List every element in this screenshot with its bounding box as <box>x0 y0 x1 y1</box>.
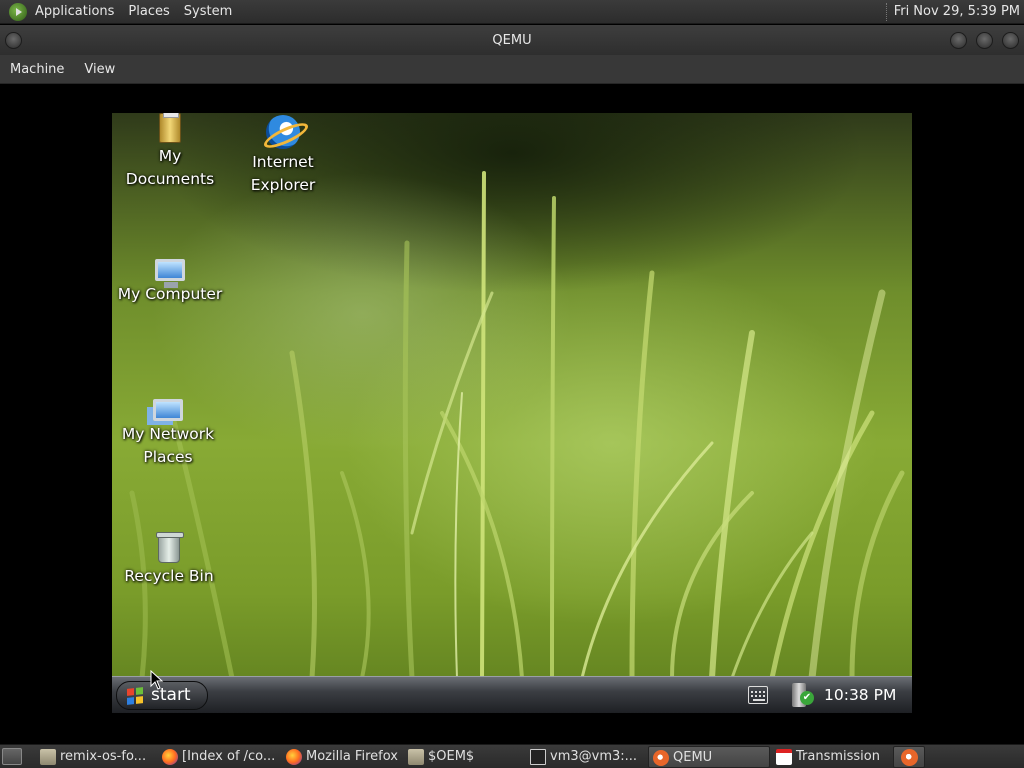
grass-wallpaper <box>129 171 905 678</box>
security-center-icon[interactable] <box>792 683 814 707</box>
bottom-panel: remix-os-fo... [Index of /co... Mozilla … <box>0 744 1024 768</box>
my-documents-icon <box>159 113 181 143</box>
qemu-titlebar[interactable]: QEMU <box>0 25 1024 55</box>
desktop-icon-my-computer[interactable]: My Computer <box>112 251 230 306</box>
guest-clock[interactable]: 10:38 PM <box>824 677 896 713</box>
firefox-icon <box>162 749 178 765</box>
keyboard-icon[interactable] <box>748 686 768 704</box>
terminal-icon <box>530 749 546 765</box>
internet-explorer-icon <box>266 115 300 149</box>
task-remix-os-folder[interactable]: remix-os-fo... <box>36 746 152 768</box>
task-qemu[interactable]: QEMU <box>648 746 770 768</box>
view-menu[interactable]: View <box>74 55 125 84</box>
qemu-menubar: Machine View <box>0 55 1024 84</box>
panel-clock[interactable]: Fri Nov 29, 5:39 PM <box>894 4 1024 19</box>
window-menu-button[interactable] <box>5 32 22 49</box>
maximize-button[interactable] <box>976 32 993 49</box>
folder-icon <box>408 749 424 765</box>
qemu-icon <box>653 750 669 766</box>
places-menu[interactable]: Places <box>121 0 176 24</box>
mouse-cursor-icon <box>150 670 164 690</box>
distro-logo-icon[interactable] <box>9 2 27 21</box>
task-oem-folder[interactable]: $OEM$ <box>404 746 520 768</box>
task-index-of[interactable]: [Index of /co... <box>158 746 278 768</box>
close-button[interactable] <box>1002 32 1019 49</box>
window-title: QEMU <box>492 32 532 48</box>
minimize-button[interactable] <box>950 32 967 49</box>
system-menu[interactable]: System <box>177 0 239 24</box>
desktop-icon-my-documents[interactable]: My Documents <box>112 113 230 191</box>
task-mozilla-firefox[interactable]: Mozilla Firefox <box>282 746 402 768</box>
my-computer-icon <box>155 259 185 288</box>
windows-logo-icon <box>127 686 143 705</box>
recycle-bin-icon <box>156 532 184 563</box>
folder-icon <box>40 749 56 765</box>
task-terminal[interactable]: vm3@vm3:... <box>526 746 644 768</box>
tray-qemu-button[interactable] <box>893 746 925 768</box>
show-desktop-icon[interactable] <box>2 748 22 765</box>
desktop-icon-recycle-bin[interactable]: Recycle Bin <box>112 532 229 588</box>
desktop-icon-my-network-places[interactable]: My Network Places <box>112 391 228 469</box>
desktop-icon-internet-explorer[interactable]: Internet Explorer <box>223 115 343 197</box>
top-panel: Applications Places System Fri Nov 29, 5… <box>0 0 1024 24</box>
firefox-icon <box>286 749 302 765</box>
panel-separator <box>885 2 888 21</box>
machine-menu[interactable]: Machine <box>0 55 74 84</box>
task-transmission[interactable]: Transmission <box>772 746 890 768</box>
guest-taskbar: start 10:38 PM <box>112 676 912 713</box>
qemu-icon <box>901 749 918 766</box>
guest-desktop[interactable]: My Documents Internet Explorer My Comput… <box>112 113 912 713</box>
applications-menu[interactable]: Applications <box>28 0 121 24</box>
transmission-icon <box>776 749 792 765</box>
network-places-icon <box>153 399 183 421</box>
